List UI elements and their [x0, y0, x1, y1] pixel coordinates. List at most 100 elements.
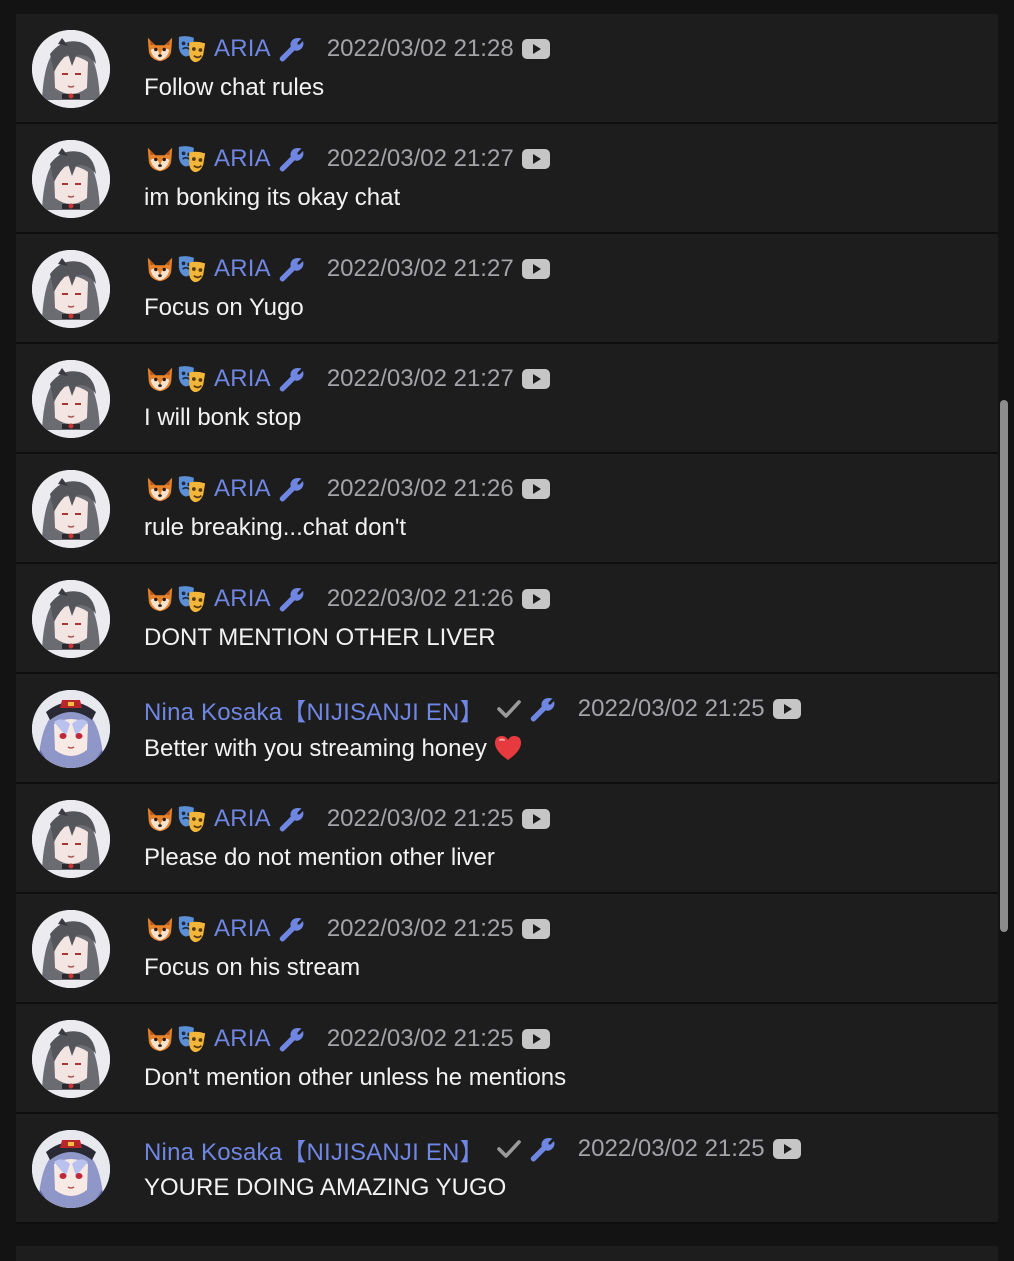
author-name[interactable]: ARIA: [214, 805, 271, 833]
message-text-content: Focus on Yugo: [144, 294, 304, 321]
moderator-wrench-icon: [277, 805, 305, 833]
message-text: Better with you streaming honey: [144, 734, 523, 763]
message-timestamp: 2022/03/02 21:28: [326, 35, 514, 62]
chat-message: ARIA 2022/03/02 21:26 DONT MENTION OTHER L…: [16, 564, 998, 674]
moderator-wrench-icon: [277, 255, 305, 283]
youtube-icon[interactable]: [521, 149, 550, 169]
author-name[interactable]: ARIA: [214, 475, 271, 503]
chat-message: ARIA 2022/03/02 21:27 I will bonk stop: [16, 344, 998, 454]
message-header: ARIA 2022/03/02 21:28: [144, 32, 550, 66]
author-name[interactable]: ARIA: [214, 1025, 271, 1053]
author-avatar[interactable]: [32, 1020, 110, 1098]
author-name[interactable]: ARIA: [214, 365, 271, 393]
message-text: DONT MENTION OTHER LIVER: [144, 624, 496, 652]
youtube-icon[interactable]: [521, 1029, 550, 1049]
fox-badge-icon: [144, 583, 176, 615]
author-name[interactable]: ARIA: [214, 585, 271, 613]
youtube-icon[interactable]: [772, 1139, 801, 1159]
theater-masks-badge-icon: [176, 473, 208, 505]
message-text-content: Please do not mention other liver: [144, 844, 495, 871]
moderator-wrench-icon: [277, 145, 305, 173]
theater-masks-badge-icon: [176, 253, 208, 285]
scrollbar-thumb[interactable]: [1000, 400, 1008, 932]
verified-check-icon: [496, 1136, 522, 1162]
moderator-wrench-icon: [528, 1135, 556, 1163]
youtube-icon[interactable]: [521, 259, 550, 279]
fox-badge-icon: [144, 33, 176, 65]
message-timestamp: 2022/03/02 21:27: [326, 145, 514, 172]
message-timestamp: 2022/03/02 21:25: [326, 915, 514, 942]
author-name[interactable]: ARIA: [214, 255, 271, 283]
youtube-icon[interactable]: [521, 479, 550, 499]
message-text-content: rule breaking...chat don't: [144, 514, 407, 541]
message-text-content: YOURE DOING AMAZING YUGO: [144, 1174, 507, 1201]
author-avatar[interactable]: [32, 690, 110, 768]
message-text: Focus on Yugo: [144, 294, 304, 322]
message-text-content: Focus on his stream: [144, 954, 361, 981]
author-avatar[interactable]: [32, 470, 110, 548]
message-header: ARIA 2022/03/02 21:26: [144, 582, 550, 616]
message-text: YOURE DOING AMAZING YUGO: [144, 1174, 506, 1202]
fox-badge-icon: [144, 363, 176, 395]
author-avatar[interactable]: [32, 30, 110, 108]
message-timestamp: 2022/03/02 21:26: [326, 585, 514, 612]
author-avatar[interactable]: [32, 580, 110, 658]
theater-masks-badge-icon: [176, 363, 208, 395]
message-timestamp: 2022/03/02 21:27: [326, 365, 514, 392]
fox-badge-icon: [144, 803, 176, 835]
author-name[interactable]: ARIA: [214, 915, 271, 943]
youtube-icon[interactable]: [521, 919, 550, 939]
youtube-icon[interactable]: [521, 589, 550, 609]
author-name[interactable]: Nina Kosaka【NIJISANJI EN】: [144, 692, 484, 727]
message-timestamp: 2022/03/02 21:26: [326, 475, 514, 502]
message-header: ARIA 2022/03/02 21:25: [144, 912, 550, 946]
author-avatar[interactable]: [32, 360, 110, 438]
message-header: ARIA 2022/03/02 21:27: [144, 362, 550, 396]
message-header: ARIA 2022/03/02 21:27: [144, 142, 550, 176]
youtube-icon[interactable]: [521, 369, 550, 389]
fox-badge-icon: [144, 913, 176, 945]
moderator-wrench-icon: [277, 1025, 305, 1053]
chat-message: ARIA 2022/03/02 21:26 rule breaking...chat…: [16, 454, 998, 564]
chat-message: ARIA 2022/03/02 21:25 Don't mention other …: [16, 1004, 998, 1114]
message-header: Nina Kosaka【NIJISANJI EN】 2022/03/02 21:2…: [144, 1132, 801, 1166]
chat-message-list: ARIA 2022/03/02 21:28 Follow chat rules ARI…: [16, 14, 998, 1224]
chat-message: ARIA 2022/03/02 21:27 im bonking its okay …: [16, 124, 998, 234]
author-avatar[interactable]: [32, 1130, 110, 1208]
chat-message: Nina Kosaka【NIJISANJI EN】 2022/03/02 21:2…: [16, 674, 998, 784]
message-text-content: Don't mention other unless he mentions: [144, 1064, 567, 1091]
chat-message: Nina Kosaka【NIJISANJI EN】 2022/03/02 21:2…: [16, 1114, 998, 1224]
youtube-icon[interactable]: [521, 39, 550, 59]
author-avatar[interactable]: [32, 250, 110, 328]
youtube-icon[interactable]: [521, 809, 550, 829]
message-timestamp: 2022/03/02 21:27: [326, 255, 514, 282]
chat-message: ARIA 2022/03/02 21:25 Focus on his stream: [16, 894, 998, 1004]
message-text-content: I will bonk stop: [144, 404, 302, 431]
author-name[interactable]: ARIA: [214, 145, 271, 173]
author-avatar[interactable]: [32, 140, 110, 218]
fox-badge-icon: [144, 1023, 176, 1055]
message-timestamp: 2022/03/02 21:25: [577, 695, 765, 722]
message-text: Please do not mention other liver: [144, 844, 495, 872]
chat-message: ARIA 2022/03/02 21:25 Please do not mentio…: [16, 784, 998, 894]
message-header: ARIA 2022/03/02 21:27: [144, 252, 550, 286]
message-timestamp: 2022/03/02 21:25: [326, 1025, 514, 1052]
moderator-wrench-icon: [277, 35, 305, 63]
moderator-wrench-icon: [528, 695, 556, 723]
moderator-wrench-icon: [277, 915, 305, 943]
verified-check-icon: [496, 696, 522, 722]
red-heart-emoji-icon: [493, 734, 523, 762]
author-name[interactable]: ARIA: [214, 35, 271, 63]
message-text-content: DONT MENTION OTHER LIVER: [144, 624, 496, 651]
author-avatar[interactable]: [32, 910, 110, 988]
author-name[interactable]: Nina Kosaka【NIJISANJI EN】: [144, 1132, 484, 1167]
message-text: rule breaking...chat don't: [144, 514, 406, 542]
theater-masks-badge-icon: [176, 913, 208, 945]
message-text-content: Follow chat rules: [144, 74, 325, 101]
youtube-icon[interactable]: [772, 699, 801, 719]
author-avatar[interactable]: [32, 800, 110, 878]
theater-masks-badge-icon: [176, 143, 208, 175]
chat-message: ARIA 2022/03/02 21:27 Focus on Yugo: [16, 234, 998, 344]
message-text: Focus on his stream: [144, 954, 360, 982]
fox-badge-icon: [144, 143, 176, 175]
